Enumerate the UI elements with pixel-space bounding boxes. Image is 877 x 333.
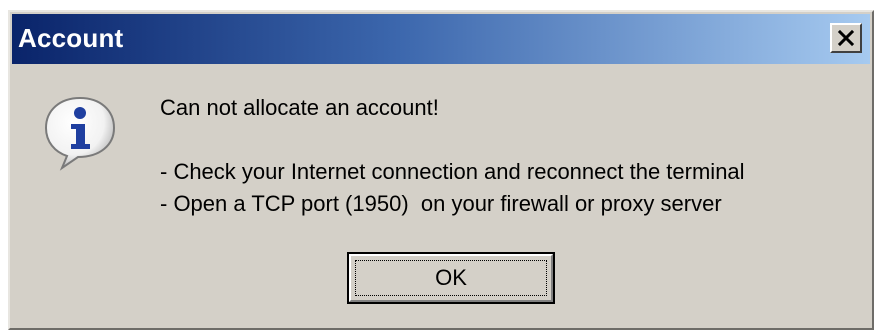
title-bar[interactable]: Account — [12, 14, 870, 64]
ok-button-label: OK — [355, 260, 547, 296]
account-dialog: Account Can not allocate an account! - C… — [8, 10, 874, 330]
information-icon — [44, 96, 116, 171]
message-spacer — [160, 124, 745, 156]
close-button[interactable] — [830, 23, 862, 53]
close-icon — [837, 29, 855, 47]
dialog-title: Account — [18, 23, 124, 53]
message-line: - Open a TCP port (1950) on your firewal… — [160, 191, 722, 216]
message-title: Can not allocate an account! — [160, 95, 439, 120]
ok-button[interactable]: OK — [347, 252, 555, 304]
message-text: Can not allocate an account! - Check you… — [160, 92, 745, 220]
message-line: - Check your Internet connection and rec… — [160, 159, 745, 184]
